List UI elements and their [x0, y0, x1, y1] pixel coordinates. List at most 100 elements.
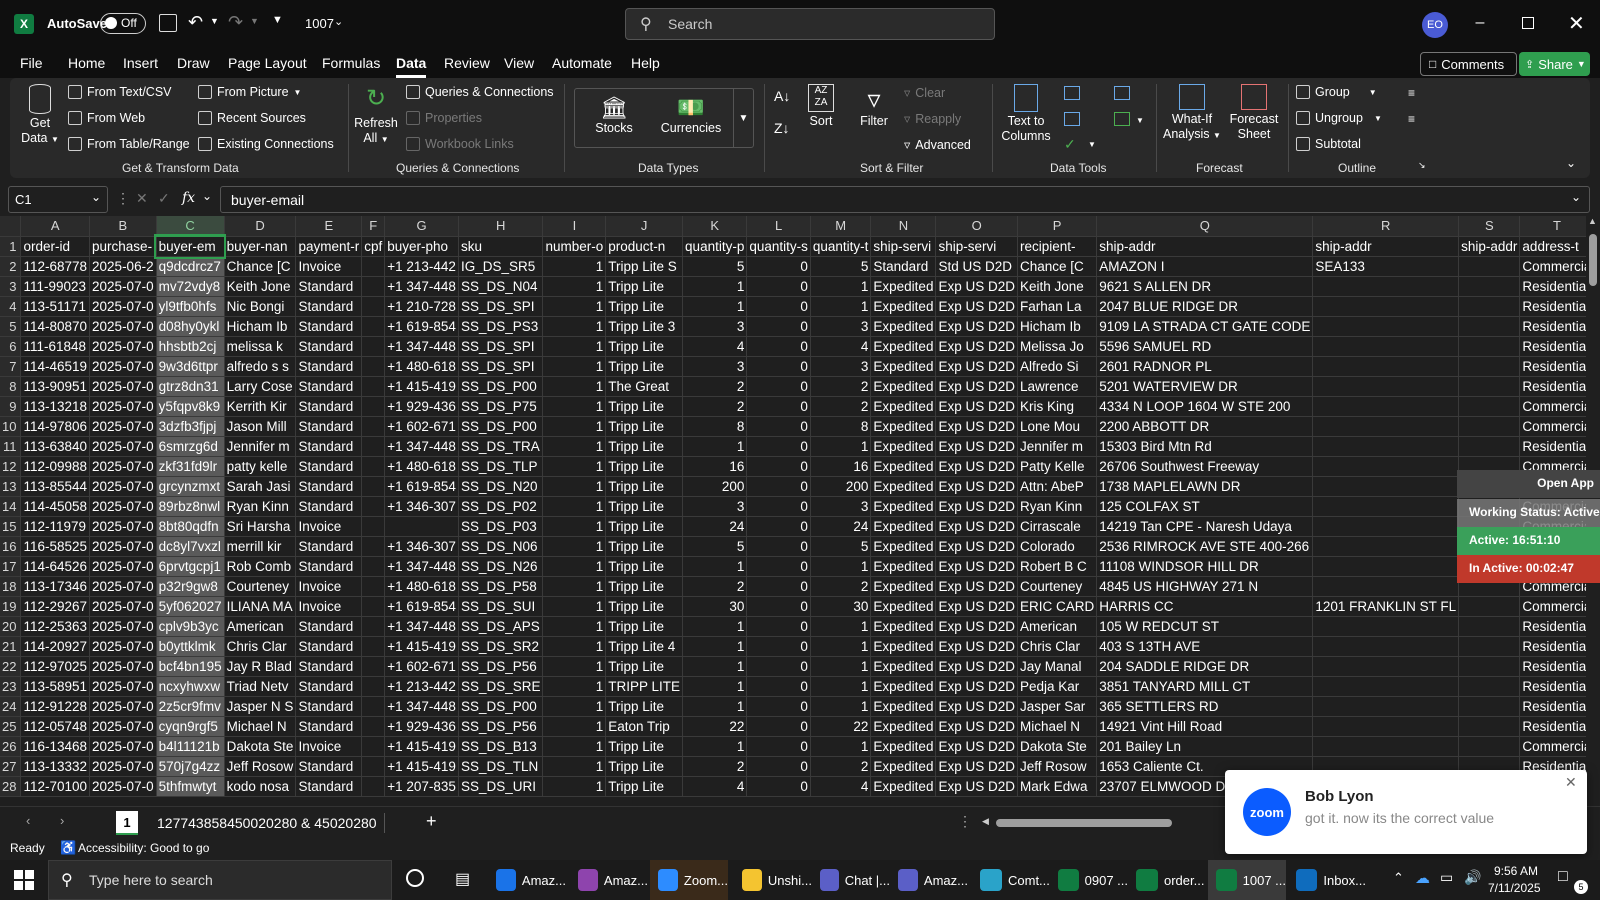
notification-center-icon[interactable]: □: [1558, 868, 1568, 886]
cell[interactable]: hhsbtb2cj: [156, 336, 225, 357]
cell[interactable]: 1: [810, 436, 872, 457]
cell[interactable]: 0: [746, 556, 811, 577]
cell[interactable]: [1312, 396, 1460, 417]
cell[interactable]: 1: [810, 656, 872, 677]
cell[interactable]: Exp US D2D: [935, 376, 1018, 397]
cell[interactable]: 2: [682, 756, 748, 777]
row-header[interactable]: 15: [0, 516, 22, 537]
cell[interactable]: +1 929-436: [384, 396, 459, 417]
cell[interactable]: 2025-07-0: [89, 376, 157, 397]
cell[interactable]: 2025-07-0: [89, 276, 157, 297]
cell[interactable]: [1458, 316, 1521, 337]
formula-input[interactable]: buyer-email ⌄: [220, 186, 1590, 213]
tab-scroll-right-icon[interactable]: ›: [60, 813, 64, 828]
cell[interactable]: Tripp Lite: [605, 456, 684, 477]
cell[interactable]: 2025-07-0: [89, 576, 157, 597]
cell[interactable]: Courteney: [224, 576, 297, 597]
cell[interactable]: Dakota Ste: [1017, 736, 1098, 757]
cell[interactable]: Jasper Sar: [1017, 696, 1098, 717]
cell[interactable]: 1: [542, 676, 607, 697]
menu-draw[interactable]: Draw: [177, 55, 210, 71]
cell[interactable]: Jeff Rosow: [1017, 756, 1098, 777]
cell[interactable]: [361, 256, 386, 277]
cell[interactable]: 0: [746, 616, 811, 637]
cell[interactable]: Expedited: [870, 376, 937, 397]
cell[interactable]: Tripp Lite 4: [605, 636, 684, 657]
cell[interactable]: Tripp Lite: [605, 736, 684, 757]
cell[interactable]: +1 415-419: [384, 376, 459, 397]
minimize-icon[interactable]: –: [1470, 14, 1490, 32]
cell[interactable]: Expedited: [870, 636, 937, 657]
cell[interactable]: y5fqpv8k9: [156, 396, 225, 417]
cell[interactable]: Tripp Lite: [605, 496, 684, 517]
cell[interactable]: +1 415-419: [384, 736, 459, 757]
insert-function-icon[interactable]: fx: [182, 190, 195, 206]
cortana-icon[interactable]: [406, 869, 424, 887]
cell[interactable]: 1: [810, 636, 872, 657]
cell[interactable]: Tripp Lite: [605, 756, 684, 777]
cell[interactable]: +1 619-854: [384, 476, 459, 497]
cell[interactable]: Standard: [295, 456, 363, 477]
cell[interactable]: Standard: [295, 436, 363, 457]
cell[interactable]: [361, 636, 386, 657]
column-header-n[interactable]: N: [870, 216, 937, 237]
taskbar-app-11[interactable]: Inbox...: [1288, 860, 1366, 900]
cell[interactable]: 4845 US HIGHWAY 271 N: [1096, 576, 1314, 597]
cell[interactable]: 0: [746, 716, 811, 737]
cell[interactable]: +1 619-854: [384, 596, 459, 617]
taskbar-search-box[interactable]: ⚲ Type here to search: [48, 860, 392, 900]
cell[interactable]: 2025-07-0: [89, 636, 157, 657]
taskbar-app-5[interactable]: Chat |...: [812, 860, 890, 900]
cell[interactable]: Invoice: [295, 736, 363, 757]
cell[interactable]: 2025-07-0: [89, 496, 157, 517]
cell[interactable]: Triad Netv: [224, 676, 297, 697]
cell[interactable]: Exp US D2D: [935, 276, 1018, 297]
cell[interactable]: 8: [682, 416, 748, 437]
cell[interactable]: Patty Kelle: [1017, 456, 1098, 477]
cell[interactable]: 2025-06-2: [89, 256, 157, 277]
cell[interactable]: [1312, 656, 1460, 677]
cell[interactable]: 113-51171: [20, 296, 91, 317]
cell[interactable]: Residentia: [1519, 296, 1586, 317]
cell[interactable]: Colorado: [1017, 536, 1098, 557]
cell[interactable]: [361, 776, 386, 797]
taskbar-app-4[interactable]: Unshi...: [734, 860, 812, 900]
cell[interactable]: Exp US D2D: [935, 676, 1018, 697]
column-header-d[interactable]: D: [224, 216, 297, 237]
recent-sources-button[interactable]: Recent Sources: [198, 111, 306, 125]
cell[interactable]: Commercia: [1519, 596, 1586, 617]
cell[interactable]: 111-61848: [20, 336, 91, 357]
cell[interactable]: merrill kir: [224, 536, 297, 557]
cell[interactable]: 1: [810, 736, 872, 757]
cell[interactable]: Ryan Kinn: [224, 496, 297, 517]
cell[interactable]: SS_DS_N06: [458, 536, 544, 557]
cell[interactable]: SS_DS_SUI: [458, 596, 544, 617]
cell[interactable]: SS_DS_P56: [458, 716, 544, 737]
cell[interactable]: Expedited: [870, 776, 937, 797]
cell[interactable]: 3851 TANYARD MILL CT: [1096, 676, 1314, 697]
menu-data[interactable]: Data: [396, 55, 426, 71]
cell[interactable]: mv72vdy8: [156, 276, 225, 297]
row-header[interactable]: 1: [0, 236, 22, 257]
cell[interactable]: +1 210-728: [384, 296, 459, 317]
cell[interactable]: Ryan Kinn: [1017, 496, 1098, 517]
row-header[interactable]: 2: [0, 256, 22, 277]
cell[interactable]: yl9tfb0hfs: [156, 296, 225, 317]
cell[interactable]: TRIPP LITE: [605, 676, 684, 697]
cell[interactable]: 113-13332: [20, 756, 91, 777]
cell[interactable]: 9621 S ALLEN DR: [1096, 276, 1314, 297]
cell[interactable]: 0: [746, 676, 811, 697]
cell[interactable]: 113-63840: [20, 436, 91, 457]
row-header[interactable]: 28: [0, 776, 22, 797]
cell[interactable]: 6prvtgcpj1: [156, 556, 225, 577]
cell[interactable]: 1: [542, 696, 607, 717]
cell[interactable]: Kris King: [1017, 396, 1098, 417]
row-header[interactable]: 22: [0, 656, 22, 677]
cell[interactable]: 114-97806: [20, 416, 91, 437]
row-header[interactable]: 12: [0, 456, 22, 477]
column-header-i[interactable]: I: [542, 216, 607, 237]
cell[interactable]: 1: [682, 616, 748, 637]
cell[interactable]: 1: [810, 276, 872, 297]
currencies-button[interactable]: 💵 Currencies: [655, 95, 727, 136]
column-header-m[interactable]: M: [810, 216, 872, 237]
